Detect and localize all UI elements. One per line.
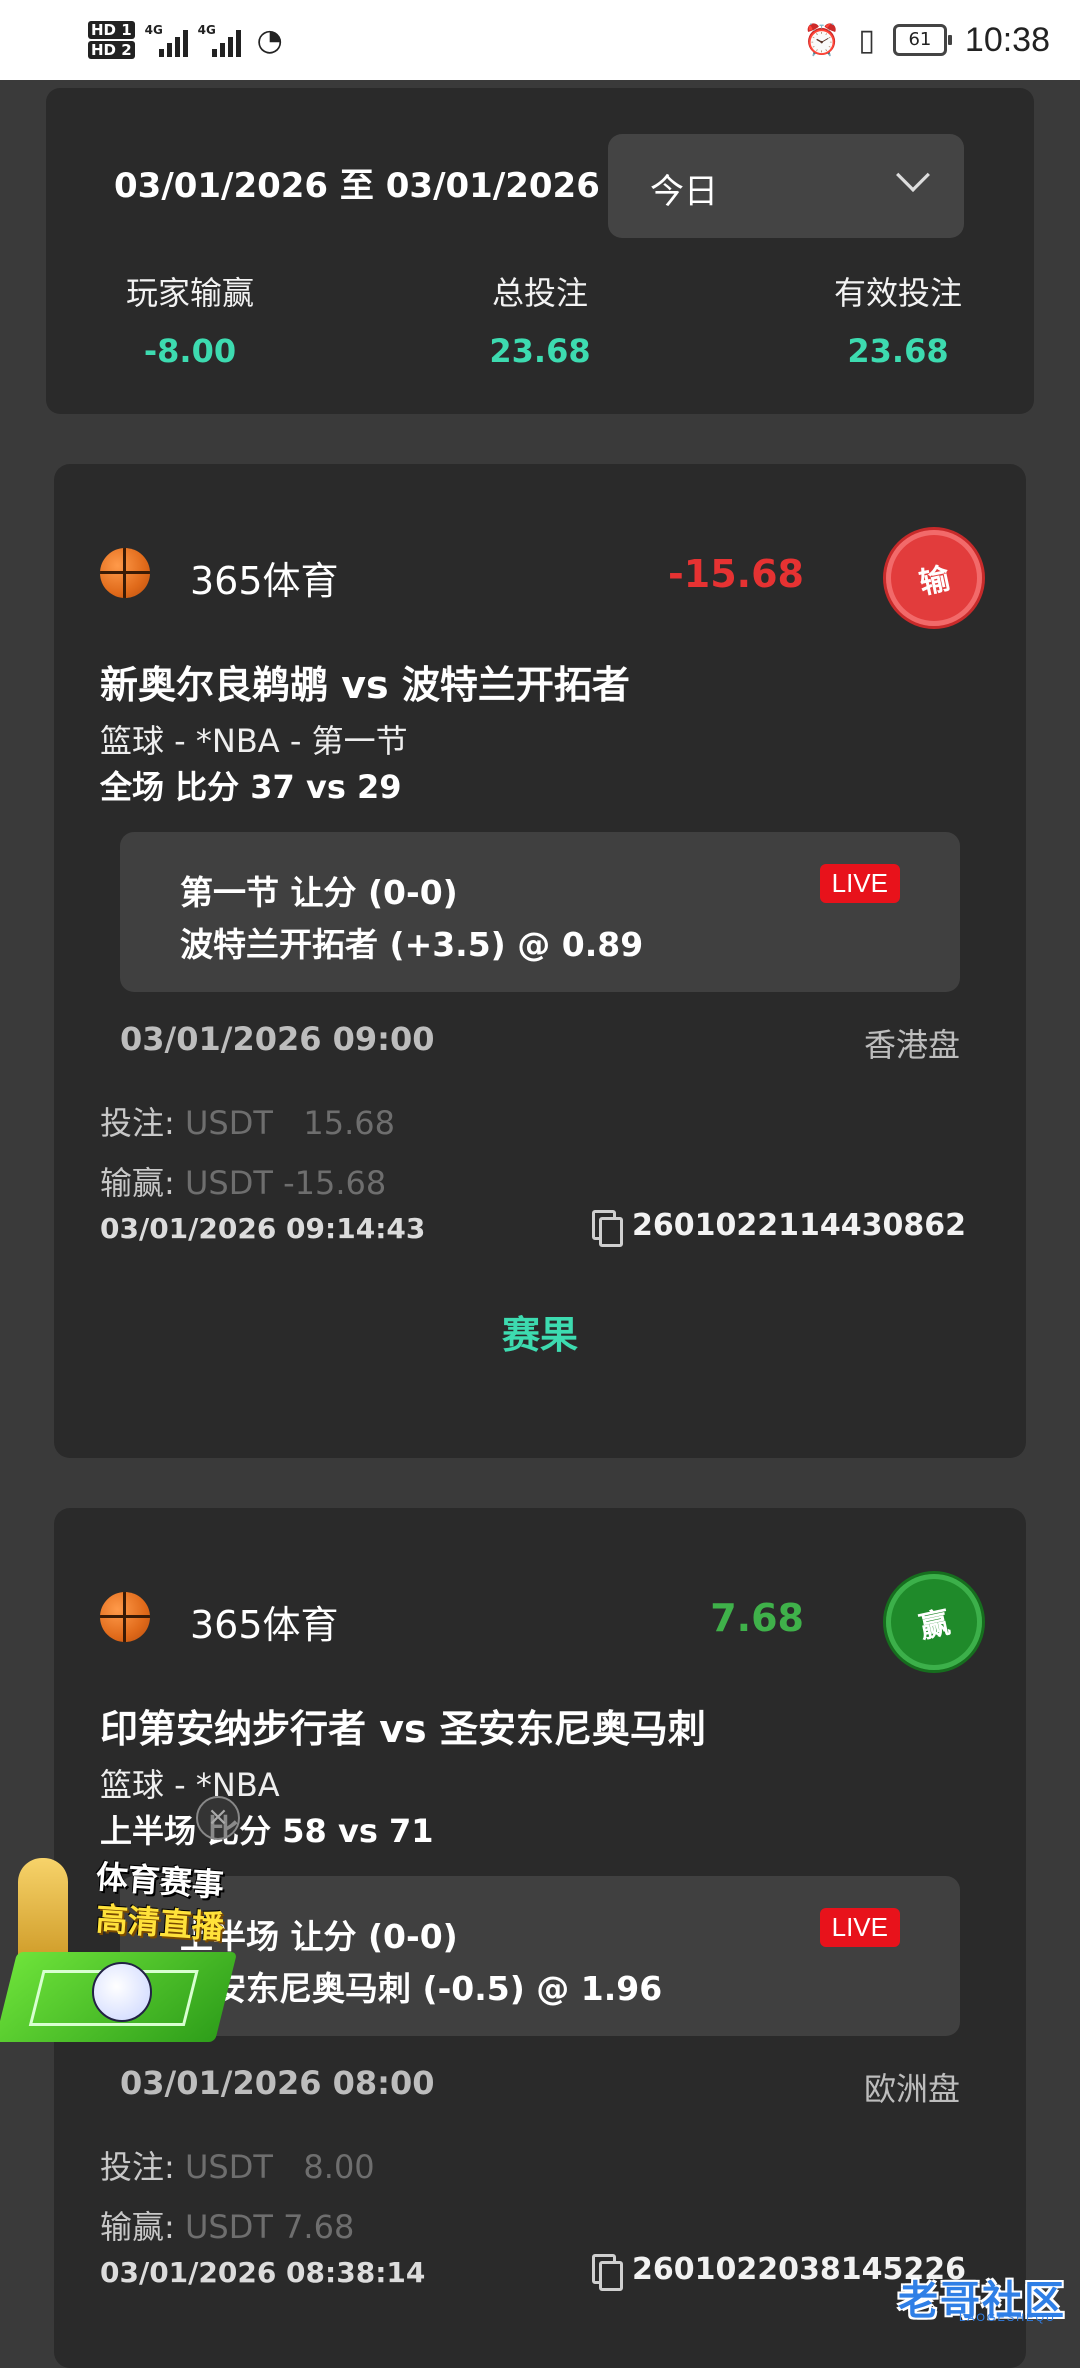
match-time: 03/01/2026 09:00 — [120, 1020, 435, 1058]
stat-label: 玩家输赢 — [125, 274, 254, 312]
watermark-logo: 老哥社区 LAOGESHEQU — [826, 2268, 1066, 2328]
bet-amount: 7.68 — [710, 1596, 804, 1640]
network-type-2: 4G — [197, 23, 216, 37]
live-badge: LIVE — [819, 864, 900, 903]
score-info: 全场 比分 37 vs 29 — [100, 768, 402, 806]
win-stamp-icon: 赢 — [886, 1574, 982, 1670]
stat-value: 23.68 — [847, 332, 949, 370]
signal-icon-1: 4G — [145, 23, 188, 57]
placed-time: 03/01/2026 08:38:14 — [100, 2256, 426, 2289]
ad-line-2: 高清直播 — [94, 1899, 226, 1947]
ticket-id: 2601022114430862 — [632, 1208, 966, 1243]
copy-icon[interactable] — [592, 1209, 624, 1247]
stamp-text: 赢 — [916, 1605, 954, 1646]
stat-valid-bet: 有效投注 23.68 — [768, 268, 1028, 370]
ticket-id-row[interactable]: 2601022114430862 — [592, 1208, 966, 1247]
bet-card: 365体育 -15.68 输 新奥尔良鹈鹕 vs 波特兰开拓者 篮球 - *NB… — [54, 464, 1026, 1458]
summary-card: 03/01/2026 至 03/01/2026 今日 玩家输赢 -8.00 总投… — [46, 88, 1034, 414]
basketball-icon — [100, 1592, 150, 1642]
provider-name: 365体育 — [190, 559, 339, 603]
vibrate-icon: ▯ — [858, 22, 875, 58]
alarm-icon: ⏰ — [803, 22, 841, 58]
odds-type: 香港盘 — [863, 1026, 960, 1064]
league-info: 篮球 - *NBA — [100, 1766, 280, 1804]
chevron-down-icon — [896, 158, 930, 192]
status-right: ⏰ ▯ 61 10:38 — [803, 12, 1050, 68]
stamp-text: 输 — [916, 561, 954, 602]
winloss-value: USDT -15.68 — [184, 1164, 387, 1202]
bet-selection: 圣安东尼奥马刺 (-0.5) @ 1.96 — [180, 1969, 663, 2008]
winloss-value: USDT 7.68 — [184, 2208, 355, 2246]
signal-icon-2: 4G — [198, 23, 241, 57]
match-title: 印第安纳步行者 vs 圣安东尼奥马刺 — [100, 1707, 706, 1751]
bet-detail-box: 上半场 让分 (0-0) 圣安东尼奥马刺 (-0.5) @ 1.96 LIVE — [120, 1876, 960, 2036]
stake-value: USDT 8.00 — [184, 2148, 375, 2186]
stake-label: 投注: — [100, 2148, 175, 2186]
stake-label: 投注: — [100, 1104, 175, 1142]
stake-row: 投注: USDT 8.00 — [100, 2142, 375, 2188]
copy-icon[interactable] — [592, 2253, 624, 2291]
date-range[interactable]: 03/01/2026 至 03/01/2026 — [114, 158, 600, 207]
winloss-label: 输赢: — [100, 2208, 175, 2246]
bet-amount: -15.68 — [668, 552, 804, 596]
ad-close-icon[interactable]: × — [196, 1796, 240, 1840]
placed-time: 03/01/2026 09:14:43 — [100, 1212, 426, 1245]
battery-icon: 61 — [892, 24, 952, 56]
hd2-badge: HD 2 — [88, 41, 135, 59]
winloss-label: 输赢: — [100, 1164, 175, 1202]
odds-type: 欧洲盘 — [863, 2070, 960, 2108]
league-info: 篮球 - *NBA - 第一节 — [100, 722, 408, 760]
stat-label: 总投注 — [491, 274, 588, 312]
score-info: 上半场 比分 58 vs 71 — [100, 1812, 434, 1850]
stat-value: -8.00 — [143, 332, 237, 370]
floating-live-ad[interactable]: 体育赛事 高清直播 — [0, 1852, 240, 2052]
hd1-badge: HD 1 — [88, 21, 135, 39]
winloss-row: 输赢: USDT 7.68 — [100, 2202, 354, 2248]
match-time: 03/01/2026 08:00 — [120, 2064, 435, 2102]
bet-selection: 波特兰开拓者 (+3.5) @ 0.89 — [180, 925, 644, 964]
stat-player-winloss: 玩家输赢 -8.00 — [60, 268, 320, 370]
result-button[interactable]: 赛果 — [54, 1304, 1026, 1359]
status-bar: HD 1 HD 2 4G 4G ◔ ⏰ ▯ 61 10:38 — [0, 0, 1080, 80]
match-title: 新奥尔良鹈鹕 vs 波特兰开拓者 — [100, 663, 630, 707]
period-value: 今日 — [650, 172, 718, 212]
period-dropdown[interactable]: 今日 — [608, 134, 964, 238]
network-type-1: 4G — [144, 23, 163, 37]
winloss-row: 输赢: USDT -15.68 — [100, 1158, 386, 1204]
status-left: HD 1 HD 2 4G 4G ◔ — [88, 10, 283, 70]
wifi-icon: ◔ — [256, 22, 283, 58]
provider-name: 365体育 — [190, 1603, 339, 1647]
watermark-subtext: LAOGESHEQU — [958, 2312, 1056, 2324]
basketball-icon — [100, 548, 150, 598]
stake-row: 投注: USDT 15.68 — [100, 1098, 395, 1144]
live-badge: LIVE — [819, 1908, 900, 1947]
stake-value: USDT 15.68 — [184, 1104, 396, 1142]
hd-indicators: HD 1 HD 2 — [88, 21, 135, 59]
bet-market: 第一节 让分 (0-0) — [180, 873, 458, 912]
stat-value: 23.68 — [489, 332, 591, 370]
clock: 10:38 — [964, 20, 1050, 59]
bet-detail-box: 第一节 让分 (0-0) 波特兰开拓者 (+3.5) @ 0.89 LIVE — [120, 832, 960, 992]
lose-stamp-icon: 输 — [886, 530, 982, 626]
stat-total-bet: 总投注 23.68 — [410, 268, 670, 370]
soccer-ball-icon — [92, 1962, 152, 2022]
stat-label: 有效投注 — [833, 274, 962, 312]
